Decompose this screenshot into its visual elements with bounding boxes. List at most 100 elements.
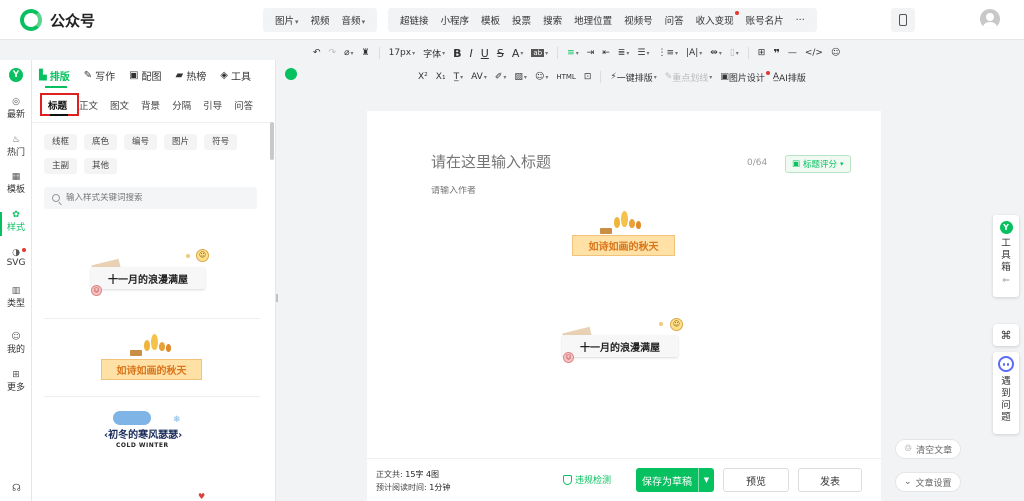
style-filter-chip[interactable]: 图片 [164,134,198,150]
style-category-tab[interactable]: 问答 [228,98,259,112]
rail-mine[interactable]: ☺ 我的 [0,332,32,355]
text-border-icon[interactable]: T̲ ▾ [450,72,468,82]
insert-feature-item[interactable]: 收入变现 [690,11,740,27]
strikethrough-button[interactable]: S [493,47,508,60]
style-search-input[interactable] [66,193,246,203]
clear-format-icon[interactable]: ⌀ ▾ [340,48,357,58]
insert-feature-item[interactable]: 投票 [506,13,537,27]
style-category-tab[interactable]: 分隔 [166,98,197,112]
style-search[interactable] [44,187,257,209]
style-filter-chip[interactable]: 底色 [84,134,118,150]
style-filter-chip[interactable]: 符号 [204,134,238,150]
insert-media-item[interactable]: 视频 [305,13,336,27]
undo-icon[interactable]: ↶ [309,48,325,58]
quote-icon[interactable]: ❞ [769,47,783,60]
style-category-tab[interactable]: 图文 [104,98,135,112]
outdent-icon[interactable]: ⇤ [598,48,614,58]
user-avatar[interactable] [980,9,1000,29]
align-left-icon[interactable]: ≡ ▾ [563,48,583,58]
rail-hot[interactable]: ♨ 热门 [0,135,32,158]
headset-icon[interactable]: ☊ [12,483,21,494]
panel-toggle[interactable] [285,68,297,80]
image-insert-icon[interactable]: ▨ ▾ [510,72,531,82]
insert-media-item[interactable]: 音频▾ [336,13,372,27]
line-height-icon[interactable]: ≣ ▾ [614,48,634,58]
author-input[interactable] [431,186,581,196]
insert-feature-item[interactable]: 账号名片 [740,13,790,27]
insert-feature-item[interactable]: 地理位置 [568,13,618,27]
panel-tab[interactable]: ▙ 排版 [32,68,77,83]
key-underline-button[interactable]: ✎ 重点划线 ▾ [661,71,717,84]
export-icon[interactable]: ⊡ [580,72,596,82]
subscript-icon[interactable]: X₁ [432,72,450,82]
title-score-button[interactable]: ▣ 标题评分 ▾ [785,155,851,173]
font-family-select[interactable]: 字体 ▾ [419,47,449,60]
superscript-icon[interactable]: X² [414,72,432,82]
paragraph-spacing-icon[interactable]: ☰ ▾ [633,48,653,58]
apps-icon[interactable]: ⌘ [993,324,1019,346]
margin-icon[interactable]: ⇹ ▾ [706,48,726,58]
rail-type[interactable]: ▥ 类型 [0,286,32,309]
app-logo[interactable]: 公众号 [20,9,95,31]
panel-tab[interactable]: ◈ 工具 [213,68,258,83]
emoji-icon[interactable]: ☺ [827,48,844,58]
text-spacing-icon[interactable]: AV ▾ [467,72,491,82]
mobile-preview-button[interactable] [891,8,915,32]
table-icon[interactable]: ⊞ [754,48,770,58]
underline-button[interactable]: U [477,47,493,60]
one-click-layout-button[interactable]: ⚡ 一键排版 ▾ [606,71,660,84]
panel-collapse-handle[interactable]: ‖ [274,290,280,306]
image-design-button[interactable]: ▣ 图片设计 [716,70,770,84]
rail-svg[interactable]: ◑ SVG [0,248,32,268]
rail-template[interactable]: ▦ 模板 [0,172,32,195]
insert-feature-item[interactable]: 超链接 [394,13,435,27]
rail-latest[interactable]: ◎ 最新 [0,97,32,120]
sticker-icon[interactable]: ☺ ▾ [531,72,552,82]
insert-feature-item[interactable]: 视频号 [618,13,659,27]
toolbox-panel[interactable]: Y 工具箱 ⇐ [993,215,1019,297]
layout-icon[interactable]: ▯ ▾ [726,48,743,58]
panel-scrollbar[interactable] [270,122,274,160]
style-filter-chip[interactable]: 线框 [44,134,78,150]
style-filter-chip[interactable]: 主副 [44,158,78,174]
chevron-down-icon[interactable]: ▼ [699,476,714,484]
bold-button[interactable]: B [449,47,465,60]
insert-feature-item[interactable]: 搜索 [537,13,568,27]
insert-feature-item[interactable]: 小程序 [435,13,476,27]
panel-tab[interactable]: ▰ 热榜 [169,68,214,83]
style-filter-chip[interactable]: 编号 [124,134,158,150]
indent-icon[interactable]: ⇥ [583,48,599,58]
publish-button[interactable]: 发表 [798,468,862,492]
rail-style[interactable]: ✿ 样式 [0,210,32,233]
style-category-tab[interactable]: 背景 [135,98,166,112]
redo-icon[interactable]: ↷ [325,48,341,58]
insert-feature-item[interactable]: 模板 [475,13,506,27]
list-icon[interactable]: ⋮≡ ▾ [653,48,682,58]
panel-tab[interactable]: ✎ 写作 [77,68,122,83]
code-icon[interactable]: </> [801,48,827,58]
highlight-color-button[interactable]: ab ▾ [527,49,552,57]
panel-tab[interactable]: ▣ 配图 [122,68,168,83]
compliance-check-link[interactable]: 违规检测 [563,473,611,486]
help-panel[interactable]: 遇到问题 [993,352,1019,434]
insert-feature-item[interactable]: 问答 [659,13,690,27]
style-category-tab[interactable]: 引导 [197,98,228,112]
rail-more[interactable]: ⊞ 更多 [0,370,32,393]
title-input[interactable] [431,153,721,171]
italic-button[interactable]: I [466,47,477,60]
style-filter-chip[interactable]: 其他 [84,158,118,174]
save-draft-button[interactable]: 保存为草稿 ▼ [636,468,714,492]
divider-icon[interactable]: — [784,48,801,58]
letter-spacing-icon[interactable]: |A| ▾ [682,48,706,58]
ai-layout-button[interactable]: A̲ AI排版 [769,71,810,84]
clear-article-button[interactable]: ♲ 清空文章 [895,439,962,459]
html-icon[interactable]: HTML [552,73,579,81]
format-painter-icon[interactable]: ♜ [358,48,374,58]
preview-button[interactable]: 预览 [723,468,789,492]
font-size-select[interactable]: 17px ▾ [385,48,420,58]
magic-pen-icon[interactable]: ✐ ▾ [491,72,511,82]
insert-media-item[interactable]: 图片▾ [269,13,305,27]
insert-feature-item[interactable]: ··· [790,15,811,26]
font-color-button[interactable]: A ▾ [508,47,528,60]
article-settings-button[interactable]: ⌄ 文章设置 [895,472,961,492]
